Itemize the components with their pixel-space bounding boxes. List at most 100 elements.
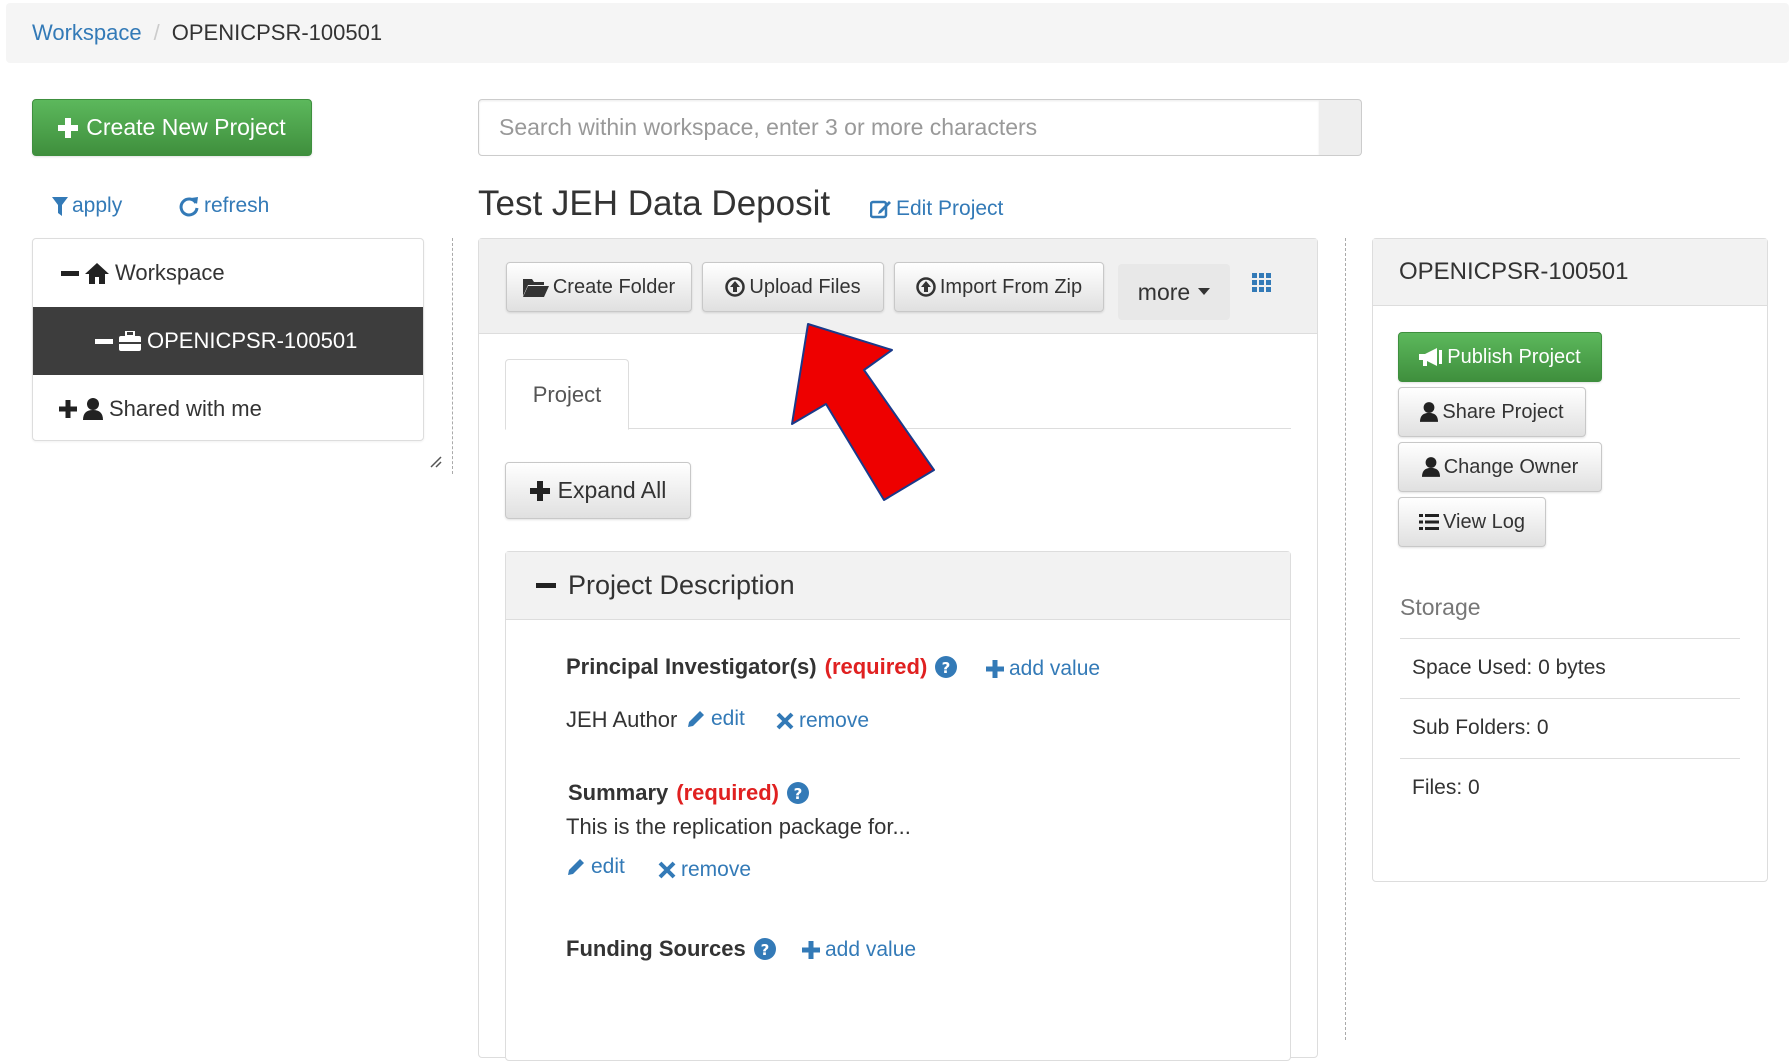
upload-circle-icon: [725, 277, 746, 297]
briefcase-icon: [119, 331, 141, 351]
svg-text:?: ?: [794, 785, 803, 803]
edit-project-label: Edit Project: [896, 197, 1004, 220]
remove-icon: [658, 861, 676, 879]
summary-edit-link[interactable]: edit: [566, 855, 625, 879]
publish-project-button[interactable]: Publish Project: [1398, 332, 1602, 382]
add-value-label: add value: [1009, 657, 1101, 680]
user-icon: [83, 398, 103, 420]
apply-label: apply: [72, 194, 123, 217]
question-circle-icon[interactable]: ?: [935, 656, 958, 678]
funding-add-value-link[interactable]: add value: [802, 938, 916, 962]
add-value-label: add value: [825, 938, 917, 961]
plus-icon: [986, 660, 1004, 678]
pencil-icon: [688, 711, 704, 727]
tree-item-label: Workspace: [115, 260, 225, 285]
breadcrumb-current: OPENICPSR-100501: [171, 20, 383, 45]
details-divider: [1345, 238, 1346, 1040]
tab-project[interactable]: Project: [505, 359, 629, 430]
breadcrumb-workspace-link[interactable]: Workspace: [32, 20, 142, 46]
svg-text:?: ?: [760, 941, 769, 959]
change-owner-label: Change Owner: [1443, 455, 1579, 478]
breadcrumb: Workspace / OPENICPSR-100501: [6, 3, 1789, 63]
storage-sub-folders: Sub Folders: 0: [1400, 698, 1740, 756]
funding-field-heading: Funding Sources ?: [566, 936, 776, 962]
refresh-icon: [179, 197, 199, 217]
project-description-title: Project Description: [568, 570, 795, 600]
pi-field-heading: Principal Investigator(s) (required) ?: [566, 654, 958, 680]
refresh-label: refresh: [204, 194, 270, 217]
summary-field-label: Summary: [568, 780, 669, 805]
workspace-tree: Workspace OPENICPSR-100501 Shared with m…: [32, 238, 424, 441]
upload-files-button[interactable]: Upload Files: [702, 262, 884, 312]
pi-remove-link[interactable]: remove: [776, 709, 869, 733]
question-circle-icon[interactable]: ?: [786, 782, 809, 804]
tree-item-openicpsr-100501[interactable]: OPENICPSR-100501: [33, 307, 423, 375]
upload-files-label: Upload Files: [749, 275, 861, 298]
caret-down-icon: [1198, 288, 1211, 295]
tree-item-shared-with-me[interactable]: Shared with me: [33, 375, 423, 443]
tree-item-label: OPENICPSR-100501: [147, 328, 358, 353]
required-marker: (required): [676, 780, 779, 805]
tree-item-label: Shared with me: [109, 396, 262, 421]
plus-icon: [802, 941, 820, 959]
view-log-label: View Log: [1443, 510, 1525, 533]
pi-field-label: Principal Investigator(s): [566, 654, 817, 679]
storage-title: Storage: [1400, 594, 1481, 620]
funding-field-label: Funding Sources: [566, 936, 746, 961]
breadcrumb-separator: /: [153, 20, 160, 45]
create-folder-label: Create Folder: [552, 275, 676, 298]
refresh-link[interactable]: refresh: [178, 194, 269, 218]
minus-icon: [95, 339, 113, 344]
grid-view-icon[interactable]: [1252, 273, 1272, 293]
project-description-header[interactable]: Project Description: [506, 552, 1290, 620]
red-arrow-annotation-icon: [791, 323, 935, 501]
plus-icon: [529, 480, 550, 501]
filter-icon: [52, 197, 68, 216]
user-icon: [1420, 402, 1439, 422]
pi-add-value-link[interactable]: add value: [986, 657, 1100, 681]
resize-handle-icon[interactable]: [428, 454, 442, 468]
create-folder-button[interactable]: Create Folder: [506, 262, 692, 312]
plus-icon: [59, 400, 77, 418]
home-icon: [85, 263, 109, 284]
more-label: more: [1137, 278, 1191, 305]
edit-label: edit: [711, 707, 745, 730]
details-panel-title: OPENICPSR-100501: [1373, 239, 1767, 306]
more-dropdown[interactable]: more: [1118, 264, 1230, 320]
import-from-zip-label: Import From Zip: [939, 275, 1083, 298]
import-from-zip-button[interactable]: Import From Zip: [894, 262, 1104, 312]
create-new-project-label: Create New Project: [86, 114, 286, 140]
tree-item-workspace[interactable]: Workspace: [33, 239, 423, 307]
pi-edit-link[interactable]: edit: [686, 707, 745, 731]
remove-label: remove: [799, 709, 870, 732]
svg-text:?: ?: [942, 659, 951, 677]
sidebar-divider: [452, 238, 453, 474]
expand-all-button[interactable]: Expand All: [505, 462, 691, 519]
search-addon-button[interactable]: [1319, 99, 1362, 156]
publish-project-label: Publish Project: [1447, 345, 1581, 368]
minus-icon: [536, 582, 556, 588]
edit-project-link[interactable]: Edit Project: [870, 197, 1003, 221]
apply-filter-link[interactable]: apply: [52, 194, 122, 218]
folder-open-icon: [522, 279, 549, 297]
project-title: Test JEH Data Deposit: [478, 184, 831, 223]
question-circle-icon[interactable]: ?: [753, 938, 776, 960]
user-icon: [1421, 457, 1440, 477]
summary-field-heading: Summary (required) ?: [568, 780, 809, 806]
storage-space-used: Space Used: 0 bytes: [1400, 638, 1740, 696]
search-input[interactable]: [478, 99, 1320, 156]
pi-value: JEH Author: [566, 707, 678, 732]
pencil-icon: [568, 859, 584, 875]
summary-value: This is the replication package for...: [566, 814, 911, 839]
remove-label: remove: [681, 858, 752, 881]
view-log-button[interactable]: View Log: [1398, 497, 1546, 547]
minus-icon: [61, 271, 79, 276]
storage-files: Files: 0: [1400, 758, 1740, 816]
share-project-button[interactable]: Share Project: [1398, 387, 1586, 437]
edit-icon: [870, 200, 891, 219]
summary-remove-link[interactable]: remove: [658, 858, 751, 882]
upload-circle-icon: [916, 277, 936, 297]
expand-all-label: Expand All: [557, 477, 667, 503]
create-new-project-button[interactable]: Create New Project: [32, 99, 312, 156]
change-owner-button[interactable]: Change Owner: [1398, 442, 1602, 492]
